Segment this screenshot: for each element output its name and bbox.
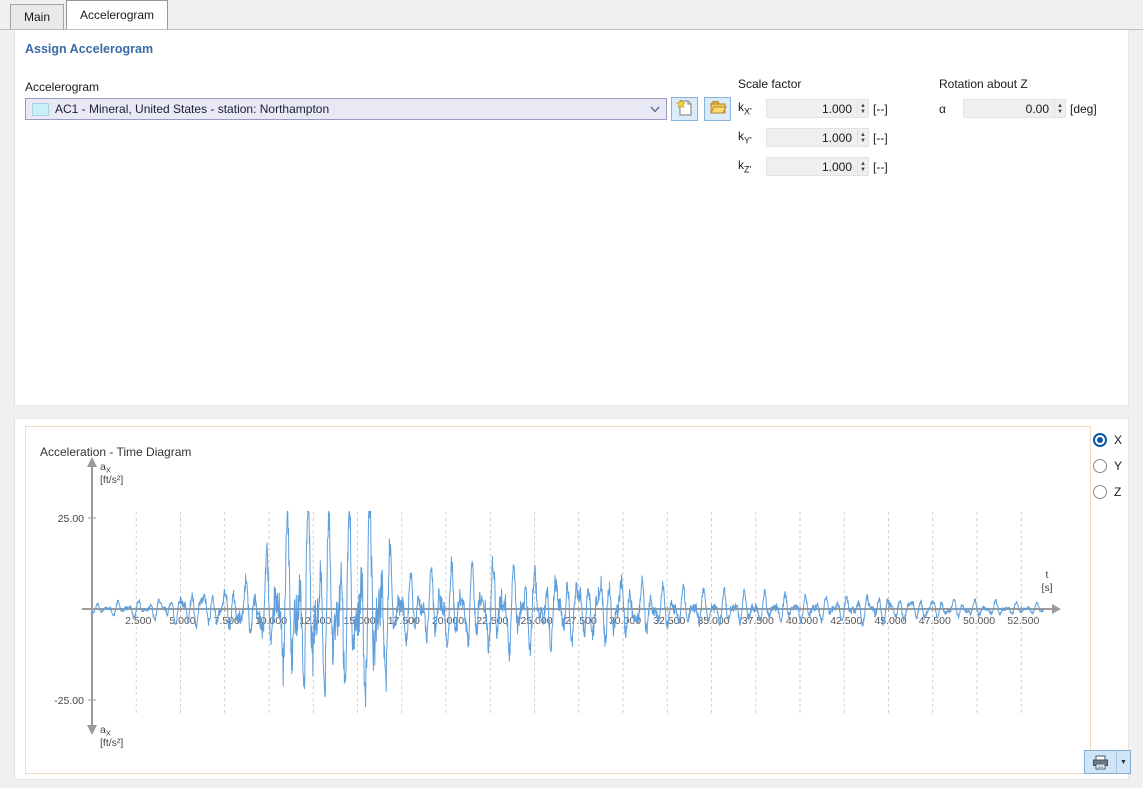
tab-main-label: Main <box>24 10 50 24</box>
accelerogram-dropdown-value: AC1 - Mineral, United States - station: … <box>55 102 644 116</box>
svg-text:35.000: 35.000 <box>697 615 729 627</box>
assign-accelerogram-panel: Assign Accelerogram Accelerogram AC1 - M… <box>14 30 1129 406</box>
svg-text:2.500: 2.500 <box>125 615 151 627</box>
svg-text:45.000: 45.000 <box>874 615 906 627</box>
kx-input[interactable]: 1.000 <box>766 99 858 118</box>
alpha-spinner[interactable]: ▲▼ <box>1055 99 1066 118</box>
svg-text:42.500: 42.500 <box>830 615 862 627</box>
tab-accelerogram[interactable]: Accelerogram <box>66 0 168 29</box>
svg-text:[s]: [s] <box>1041 582 1052 594</box>
svg-text:aX: aX <box>100 461 111 475</box>
tab-main[interactable]: Main <box>10 4 64 29</box>
kz-spinner[interactable]: ▲▼ <box>858 157 869 176</box>
edit-accelerogram-button[interactable] <box>704 97 731 121</box>
chart-title: Acceleration - Time Diagram <box>40 445 191 459</box>
rotation-heading: Rotation about Z <box>939 77 1028 91</box>
svg-text:25.00: 25.00 <box>58 513 84 525</box>
component-radio-group: X Y Z <box>1093 433 1135 511</box>
radio-z-indicator <box>1093 485 1107 499</box>
radio-z-label: Z <box>1114 485 1121 499</box>
svg-text:-25.00: -25.00 <box>54 695 84 707</box>
accelerogram-field-label: Accelerogram <box>25 80 99 94</box>
new-accelerogram-button[interactable] <box>671 97 698 121</box>
edit-accelerogram-icon <box>709 99 727 120</box>
accelerogram-dropdown[interactable]: AC1 - Mineral, United States - station: … <box>25 98 667 120</box>
radio-y[interactable]: Y <box>1093 459 1135 473</box>
scale-row-kx: kX' 1.000 ▲▼ [--] <box>738 99 888 118</box>
ky-unit: [--] <box>873 131 888 145</box>
radio-x-indicator <box>1093 433 1107 447</box>
ky-spinner[interactable]: ▲▼ <box>858 128 869 147</box>
ky-label: kY' <box>738 129 766 145</box>
chevron-down-icon <box>650 106 660 113</box>
svg-text:t: t <box>1046 569 1049 581</box>
kz-input[interactable]: 1.000 <box>766 157 858 176</box>
svg-text:[ft/s²]: [ft/s²] <box>100 737 123 749</box>
kz-label: kZ' <box>738 158 766 174</box>
kz-unit: [--] <box>873 160 888 174</box>
new-accelerogram-icon <box>676 99 694 120</box>
tab-accelerogram-label: Accelerogram <box>80 8 154 22</box>
svg-text:22.500: 22.500 <box>476 615 508 627</box>
svg-text:[ft/s²]: [ft/s²] <box>100 474 123 486</box>
svg-text:aX: aX <box>100 724 111 738</box>
acceleration-time-chart: Acceleration - Time Diagram 25.00 -25.00 a… <box>25 426 1091 774</box>
tab-bar: Main Accelerogram <box>0 0 1143 30</box>
spinner-down-icon: ▼ <box>860 138 866 144</box>
svg-text:25.000: 25.000 <box>520 615 552 627</box>
kx-unit: [--] <box>873 102 888 116</box>
radio-x-label: X <box>1114 433 1122 447</box>
rotation-row: α 0.00 ▲▼ [deg] <box>939 99 1097 118</box>
printer-icon <box>1085 751 1116 773</box>
accelerogram-waveform-svg: 25.00-25.00aX[ft/s²]aX[ft/s²]t[s]2.5005.… <box>26 427 1090 773</box>
scale-row-kz: kZ' 1.000 ▲▼ [--] <box>738 157 888 176</box>
section-heading: Assign Accelerogram <box>25 42 153 56</box>
alpha-input[interactable]: 0.00 <box>963 99 1055 118</box>
accelerogram-color-swatch <box>32 103 49 116</box>
print-options-arrow[interactable]: ▼ <box>1116 751 1130 773</box>
scale-factor-heading: Scale factor <box>738 77 801 91</box>
ky-input[interactable]: 1.000 <box>766 128 858 147</box>
print-button[interactable]: ▼ <box>1084 750 1131 774</box>
diagram-panel: Acceleration - Time Diagram 25.00 -25.00 a… <box>14 418 1129 780</box>
radio-y-label: Y <box>1114 459 1122 473</box>
svg-text:52.500: 52.500 <box>1007 615 1039 627</box>
scale-row-ky: kY' 1.000 ▲▼ [--] <box>738 128 888 147</box>
radio-z[interactable]: Z <box>1093 485 1135 499</box>
spinner-down-icon: ▼ <box>1057 109 1063 115</box>
kx-label: kX' <box>738 100 766 116</box>
spinner-down-icon: ▼ <box>860 109 866 115</box>
spinner-down-icon: ▼ <box>860 167 866 173</box>
radio-x[interactable]: X <box>1093 433 1135 447</box>
radio-y-indicator <box>1093 459 1107 473</box>
alpha-label: α <box>939 102 963 116</box>
alpha-unit: [deg] <box>1070 102 1097 116</box>
kx-spinner[interactable]: ▲▼ <box>858 99 869 118</box>
